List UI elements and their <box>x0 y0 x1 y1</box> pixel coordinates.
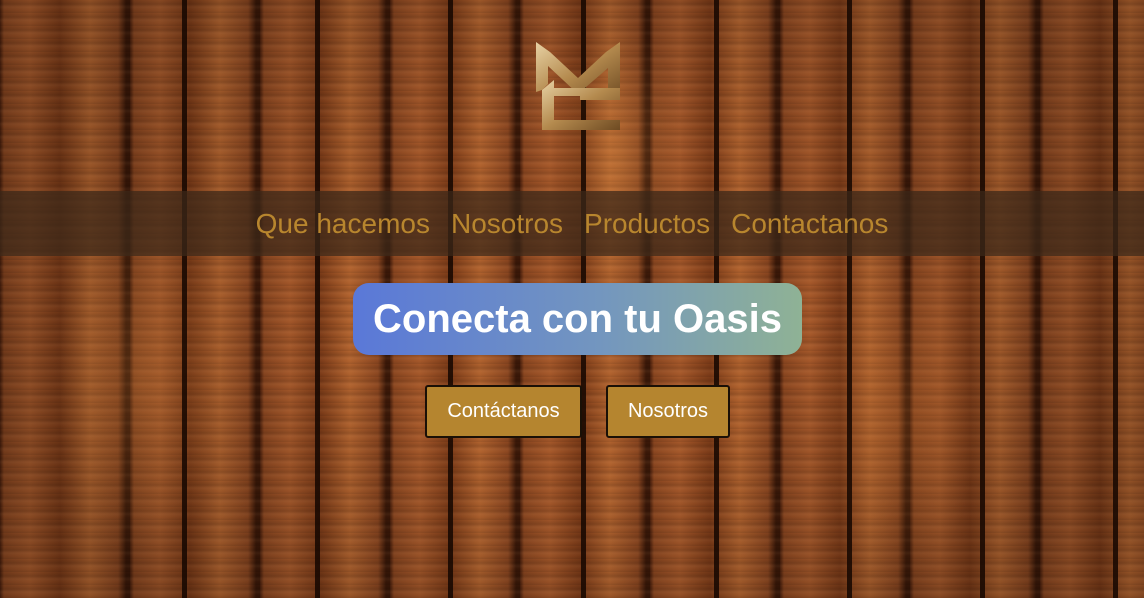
logo-icon[interactable] <box>536 42 624 132</box>
hero-banner: Conecta con tu Oasis <box>353 283 802 355</box>
nav-link-que-hacemos[interactable]: Que hacemos <box>256 208 430 240</box>
contact-button[interactable]: Contáctanos <box>425 385 582 438</box>
about-button[interactable]: Nosotros <box>606 385 730 438</box>
hero-title: Conecta con tu Oasis <box>373 296 782 341</box>
nav-link-nosotros[interactable]: Nosotros <box>451 208 563 240</box>
main-navbar: Que hacemos Nosotros Productos Contactan… <box>0 191 1144 256</box>
nav-link-productos[interactable]: Productos <box>584 208 710 240</box>
nav-link-contactanos[interactable]: Contactanos <box>731 208 888 240</box>
